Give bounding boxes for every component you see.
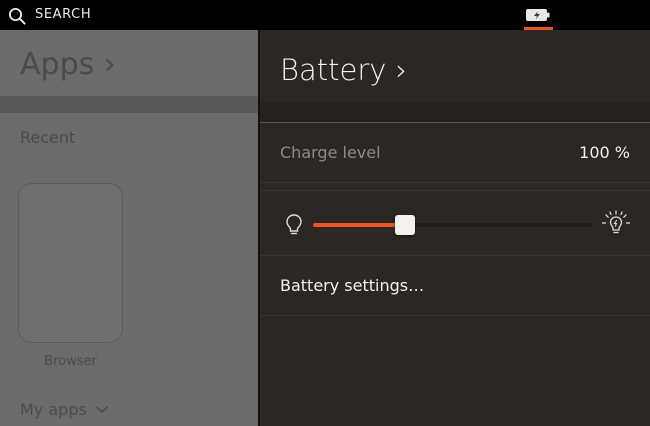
browser-app-tile[interactable] bbox=[18, 183, 123, 343]
top-panel: SEARCH bbox=[0, 0, 650, 30]
header-band bbox=[260, 102, 650, 122]
apps-title-text: Apps bbox=[20, 47, 95, 82]
browser-app-label[interactable]: Browser bbox=[18, 354, 123, 370]
bulb-bright-icon bbox=[601, 210, 631, 234]
header-divider bbox=[260, 122, 650, 123]
battery-indicator-panel: Battery › Charge level 100 % Battery set… bbox=[260, 30, 650, 426]
slider-fill bbox=[313, 223, 406, 227]
row-divider bbox=[260, 190, 650, 191]
battery-settings-link[interactable]: Battery settings… bbox=[280, 276, 424, 296]
row-divider bbox=[260, 315, 650, 316]
slider-thumb[interactable] bbox=[395, 215, 416, 235]
chevron-right-icon: › bbox=[395, 53, 408, 87]
brightness-slider[interactable] bbox=[313, 215, 593, 235]
apps-header-strip bbox=[0, 96, 258, 113]
row-divider bbox=[260, 182, 650, 183]
charge-level-value: 100 % bbox=[579, 143, 630, 162]
recent-section-label: Recent bbox=[20, 128, 76, 147]
charge-level-label: Charge level bbox=[280, 143, 381, 162]
battery-title-text: Battery bbox=[280, 53, 387, 87]
row-divider bbox=[260, 255, 650, 256]
bulb-dim-icon bbox=[286, 214, 302, 235]
chevron-down-icon[interactable] bbox=[95, 402, 109, 416]
search-icon[interactable] bbox=[8, 7, 26, 25]
apps-scope: Apps › Recent Browser My apps bbox=[0, 30, 258, 426]
my-apps-section-label[interactable]: My apps bbox=[20, 400, 87, 420]
chevron-right-icon: › bbox=[103, 47, 116, 82]
battery-panel-title[interactable]: Battery › bbox=[280, 52, 407, 88]
battery-charging-icon[interactable] bbox=[525, 7, 551, 23]
search-label[interactable]: SEARCH bbox=[35, 7, 91, 23]
apps-scope-title[interactable]: Apps › bbox=[20, 46, 116, 84]
